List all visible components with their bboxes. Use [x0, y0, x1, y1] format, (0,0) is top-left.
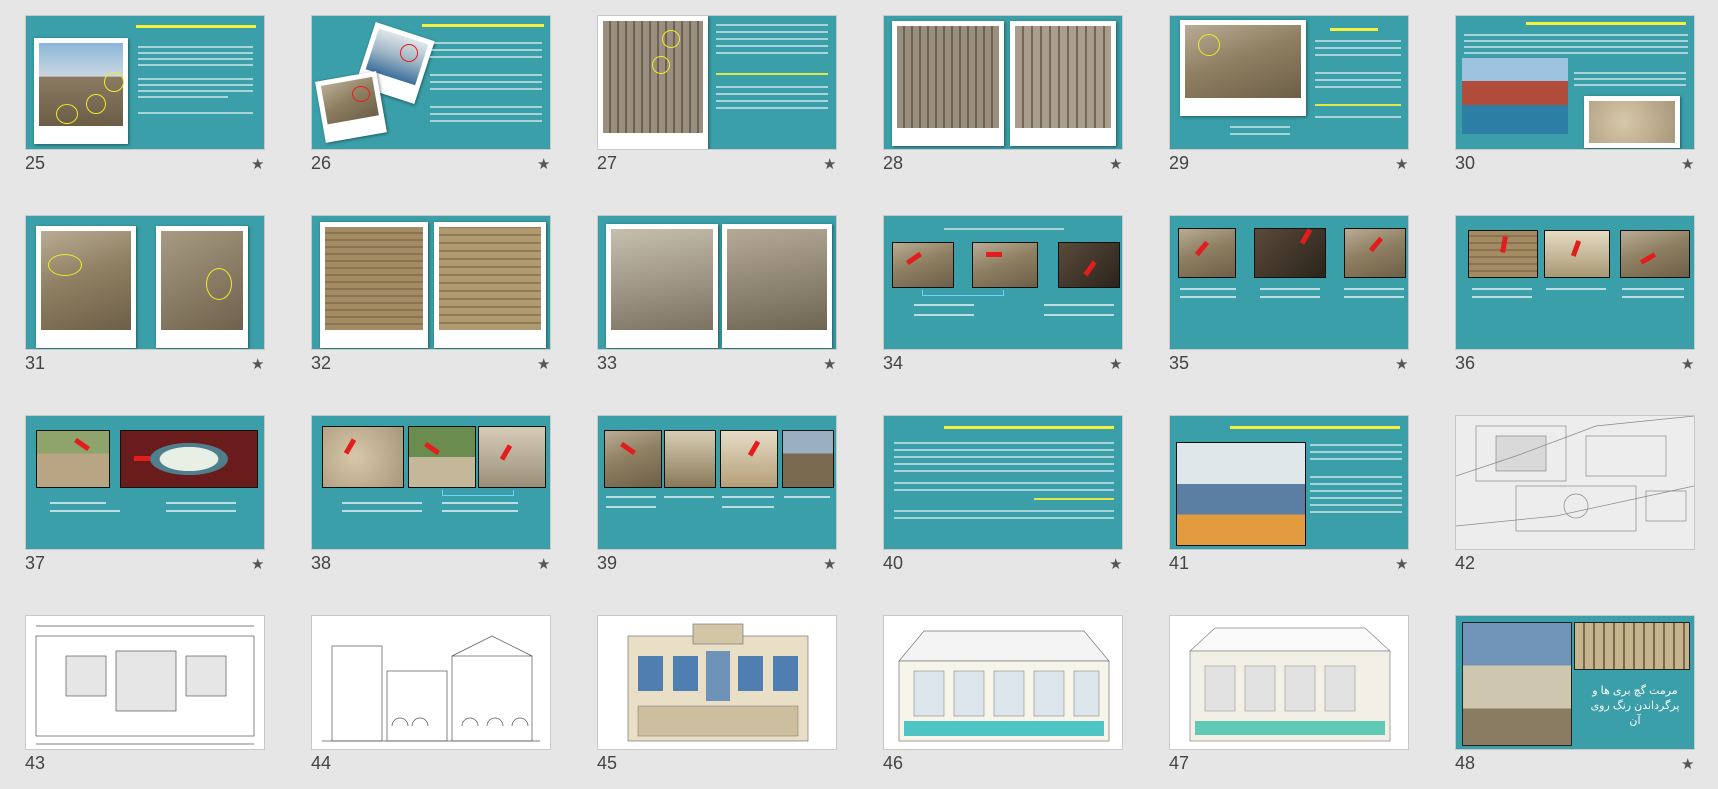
slide-thumbnail[interactable]: 47: [1169, 615, 1413, 785]
slide-preview[interactable]: [311, 15, 551, 150]
slide-thumbnail[interactable]: 28 ★: [883, 15, 1127, 185]
star-icon[interactable]: ★: [1109, 155, 1122, 173]
slide-preview[interactable]: [1455, 415, 1695, 550]
slide-number: 30: [1455, 153, 1476, 173]
slide-thumbnail[interactable]: 43: [25, 615, 269, 785]
slide-number: 32: [311, 353, 332, 373]
slide-thumbnail[interactable]: 30 ★: [1455, 15, 1699, 185]
slide-thumbnail[interactable]: 45: [597, 615, 841, 785]
slide-thumbnail[interactable]: 40 ★: [883, 415, 1127, 585]
slide-number: 35: [1169, 353, 1190, 373]
slide-number: 42: [1455, 553, 1476, 573]
slide-preview[interactable]: [883, 615, 1123, 750]
facade-elevation-drawing: [1189, 627, 1391, 742]
slide-preview[interactable]: [1169, 615, 1409, 750]
slide-thumbnail[interactable]: 42: [1455, 415, 1699, 585]
star-icon[interactable]: ★: [1681, 755, 1694, 773]
slide-thumbnail[interactable]: 34 ★: [883, 215, 1127, 385]
slide-thumbnail[interactable]: 36 ★: [1455, 215, 1699, 385]
star-icon[interactable]: ★: [537, 355, 550, 373]
slide-preview[interactable]: [311, 615, 551, 750]
star-icon[interactable]: ★: [1109, 555, 1122, 573]
star-icon[interactable]: ★: [1395, 355, 1408, 373]
slide-thumbnail[interactable]: 33 ★: [597, 215, 841, 385]
slide-number: 38: [311, 553, 332, 573]
slide-preview[interactable]: [1169, 215, 1409, 350]
star-icon[interactable]: ★: [1681, 155, 1694, 173]
slide-number: 25: [25, 153, 46, 173]
star-icon[interactable]: ★: [537, 155, 550, 173]
slide-preview[interactable]: [1169, 15, 1409, 150]
slide-preview[interactable]: [1455, 215, 1695, 350]
slide-thumbnail[interactable]: 35 ★: [1169, 215, 1413, 385]
slide-thumbnail[interactable]: 41 ★: [1169, 415, 1413, 585]
slide-number: 39: [597, 553, 618, 573]
star-icon[interactable]: ★: [1395, 155, 1408, 173]
slide-preview[interactable]: [25, 415, 265, 550]
slide-number: 46: [883, 753, 904, 773]
slide-preview[interactable]: [311, 415, 551, 550]
slide-thumbnail[interactable]: 38 ★: [311, 415, 555, 585]
slide-thumbnail[interactable]: 32 ★: [311, 215, 555, 385]
slide-thumbnail[interactable]: 31 ★: [25, 215, 269, 385]
slide-preview[interactable]: [25, 615, 265, 750]
site-plan-drawing: [1456, 416, 1694, 549]
star-icon[interactable]: ★: [823, 555, 836, 573]
slide-number: 37: [25, 553, 46, 573]
slide-preview[interactable]: [597, 215, 837, 350]
slide-number: 48: [1455, 753, 1476, 773]
slide-preview[interactable]: [597, 615, 837, 750]
slide-number: 31: [25, 353, 46, 373]
slide-number: 26: [311, 153, 332, 173]
slide-thumbnail[interactable]: 44: [311, 615, 555, 785]
slide-number: 44: [311, 753, 332, 773]
star-icon[interactable]: ★: [823, 155, 836, 173]
slide-number: 29: [1169, 153, 1190, 173]
star-icon[interactable]: ★: [251, 555, 264, 573]
slide-preview[interactable]: [597, 15, 837, 150]
slide-preview[interactable]: [25, 215, 265, 350]
slide-thumbnail[interactable]: مرمت گچ بری ها و پرگرداندن رنگ روی آن 48…: [1455, 615, 1699, 785]
slide-preview[interactable]: [1455, 15, 1695, 150]
section-drawing: [322, 635, 540, 742]
slide-number: 27: [597, 153, 618, 173]
slide-preview[interactable]: [883, 415, 1123, 550]
star-icon[interactable]: ★: [1109, 355, 1122, 373]
slide-number: 45: [597, 753, 618, 773]
star-icon[interactable]: ★: [1681, 355, 1694, 373]
slide-preview[interactable]: [883, 15, 1123, 150]
slide-number: 36: [1455, 353, 1476, 373]
slide-preview[interactable]: مرمت گچ بری ها و پرگرداندن رنگ روی آن: [1455, 615, 1695, 750]
facade-elevation-drawing: [627, 623, 809, 742]
slide-sorter-grid: 25 ★ 26 ★ 27 ★ 28 ★ 29 ★ 30 ★ 31 ★ 32 ★ …: [0, 0, 1718, 789]
star-icon[interactable]: ★: [1395, 555, 1408, 573]
slide-thumbnail[interactable]: 37 ★: [25, 415, 269, 585]
slide-number: 28: [883, 153, 904, 173]
slide-number: 43: [25, 753, 46, 773]
star-icon[interactable]: ★: [251, 155, 264, 173]
slide-thumbnail[interactable]: 26 ★: [311, 15, 555, 185]
slide-number: 40: [883, 553, 904, 573]
floor-plan-drawing: [35, 625, 255, 745]
slide-preview[interactable]: [25, 15, 265, 150]
slide-caption: مرمت گچ بری ها و پرگرداندن رنگ روی آن: [1590, 685, 1680, 727]
slide-thumbnail[interactable]: 27 ★: [597, 15, 841, 185]
slide-preview[interactable]: [883, 215, 1123, 350]
slide-thumbnail[interactable]: 39 ★: [597, 415, 841, 585]
star-icon[interactable]: ★: [537, 555, 550, 573]
slide-preview[interactable]: [597, 415, 837, 550]
facade-elevation-drawing: [898, 630, 1110, 742]
star-icon[interactable]: ★: [823, 355, 836, 373]
slide-number: 33: [597, 353, 618, 373]
slide-number: 47: [1169, 753, 1190, 773]
slide-thumbnail[interactable]: 25 ★: [25, 15, 269, 185]
slide-number: 34: [883, 353, 904, 373]
slide-thumbnail[interactable]: 29 ★: [1169, 15, 1413, 185]
slide-preview[interactable]: [1169, 415, 1409, 550]
slide-preview[interactable]: [311, 215, 551, 350]
slide-thumbnail[interactable]: 46: [883, 615, 1127, 785]
slide-number: 41: [1169, 553, 1190, 573]
star-icon[interactable]: ★: [251, 355, 264, 373]
